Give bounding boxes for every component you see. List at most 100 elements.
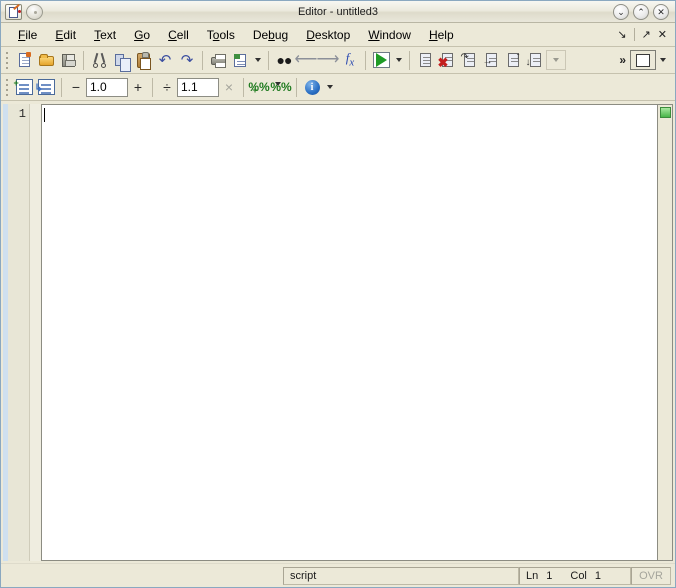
breakpoint-icon — [417, 52, 434, 69]
undo-button[interactable]: ↶ — [154, 49, 176, 71]
evaluate-cell-advance-icon: %% — [270, 78, 292, 103]
continue-button[interactable]: ↓ — [524, 49, 546, 71]
clear-breakpoints-button[interactable]: ✖ — [436, 49, 458, 71]
print-preview-icon — [232, 52, 249, 69]
menu-mnemonic: W — [368, 27, 380, 42]
print-preview-button[interactable] — [229, 49, 251, 71]
multiply-operator[interactable]: × — [219, 79, 239, 95]
step-in-button[interactable]: → — [480, 49, 502, 71]
new-file-button[interactable] — [13, 49, 35, 71]
cut-button[interactable] — [88, 49, 110, 71]
toolbar-overflow-button[interactable]: » — [619, 53, 626, 67]
menu-post: ell — [176, 27, 189, 42]
back-button[interactable]: ⟵ — [294, 49, 318, 71]
close-button[interactable]: ✕ — [653, 3, 669, 20]
close-panel-icon[interactable]: ✕ — [658, 28, 667, 41]
run-dropdown[interactable] — [392, 49, 405, 71]
toolbar-separator — [61, 77, 62, 97]
code-editor[interactable] — [42, 104, 673, 561]
menu-mnemonic: D — [306, 27, 315, 42]
find-button[interactable]: ●● — [273, 49, 295, 71]
menu-item-tools[interactable]: Tools — [198, 26, 244, 44]
dock-arrow-icon[interactable]: ↘ — [617, 28, 626, 41]
line-number-gutter: 1 — [8, 104, 30, 561]
menu-post: indow — [379, 27, 411, 42]
window-controls: ⌄ ⌃ ✕ — [613, 3, 675, 20]
window-title: Editor - untitled3 — [297, 6, 379, 18]
evaluate-cell-advance-button[interactable]: %% — [270, 76, 292, 103]
toolbar-grip[interactable] — [3, 50, 10, 70]
menu-separator — [633, 28, 635, 41]
toolbar-separator — [409, 50, 410, 70]
cell-info-dropdown[interactable] — [323, 76, 336, 98]
chevron-down-icon — [326, 85, 333, 89]
menu-item-debug[interactable]: Debug — [244, 26, 297, 44]
toolbar-separator — [268, 50, 269, 70]
minimize-button[interactable]: ⌄ — [613, 3, 629, 20]
menu-post: dit — [63, 27, 77, 42]
menu-post: esktop — [314, 27, 351, 42]
menu-item-desktop[interactable]: Desktop — [297, 26, 359, 44]
status-overwrite-mode[interactable]: OVR — [631, 566, 671, 585]
menu-post: elp — [437, 27, 454, 42]
undock-arrow-icon[interactable]: ↗ — [642, 28, 651, 41]
menu-post: ile — [25, 27, 38, 42]
decrement-operator[interactable]: − — [66, 79, 86, 95]
redo-button[interactable]: ↷ — [176, 49, 198, 71]
undo-arrow-icon: ↶ — [158, 51, 172, 69]
chevron-down-icon — [254, 58, 261, 62]
insert-cell-divider-button[interactable]: ↳ — [35, 76, 57, 98]
maximize-button[interactable]: ⌃ — [633, 3, 649, 20]
copy-icon — [113, 52, 131, 72]
divide-value-input[interactable]: 1.1 — [177, 77, 219, 97]
line-value: 1 — [546, 569, 553, 582]
status-file-type: script — [283, 566, 519, 585]
breakpoint-column[interactable] — [30, 104, 42, 561]
divide-operator[interactable]: ÷ — [157, 79, 177, 95]
menu-item-edit[interactable]: Edit — [46, 26, 85, 44]
set-breakpoint-button[interactable] — [414, 49, 436, 71]
menu-mnemonic: C — [168, 27, 177, 42]
insert-cell-divider-icon: ↳ — [35, 79, 55, 95]
menu-item-go[interactable]: Go — [125, 26, 159, 44]
paste-button[interactable] — [132, 49, 154, 71]
step-button[interactable]: ↷ — [458, 49, 480, 71]
redo-arrow-icon: ↷ — [180, 51, 194, 69]
arrow-left-icon: ⟵ — [294, 51, 318, 68]
menu-pre: De — [252, 27, 269, 42]
menu-item-window[interactable]: Window — [359, 26, 420, 44]
insert-cell-icon: + — [13, 78, 33, 95]
function-browser-button[interactable]: fx — [339, 49, 361, 71]
col-label: Col — [570, 569, 587, 582]
layout-square-icon — [636, 53, 650, 67]
evaluate-cell-button[interactable]: %% + — [248, 76, 270, 98]
menu-item-cell[interactable]: Cell — [159, 26, 198, 44]
menu-item-file[interactable]: File — [9, 26, 46, 44]
step-out-button[interactable]: ↑ — [502, 49, 524, 71]
save-floppy-icon — [60, 52, 77, 69]
forward-button[interactable]: ⟶ — [316, 49, 340, 71]
save-file-button[interactable] — [57, 49, 79, 71]
run-button[interactable] — [370, 49, 392, 71]
layout-button[interactable] — [630, 50, 656, 70]
print-button[interactable] — [207, 49, 229, 71]
layout-dropdown[interactable] — [656, 49, 669, 71]
toolbar-separator — [296, 77, 297, 97]
increment-operator[interactable]: + — [128, 79, 148, 95]
open-file-button[interactable] — [35, 49, 57, 71]
code-analyzer-bar[interactable] — [657, 105, 672, 560]
copy-button[interactable] — [110, 49, 132, 72]
menu-bar: File Edit Text Go Cell Tools Debug Deskt… — [1, 23, 675, 47]
decrement-value-input[interactable]: 1.0 — [86, 77, 128, 97]
cell-info-button[interactable]: i — [301, 76, 323, 98]
evaluate-cell-icon: %% + — [248, 78, 269, 96]
menu-item-text[interactable]: Text — [85, 26, 125, 44]
stack-dropdown[interactable] — [546, 50, 566, 70]
arrow-right-icon: ⟶ — [316, 51, 340, 68]
insert-cell-button[interactable]: + — [13, 76, 35, 98]
plus-badge-icon: + — [13, 78, 19, 88]
print-preview-dropdown[interactable] — [251, 49, 264, 71]
code-analyzer-status-indicator[interactable] — [660, 107, 671, 118]
menu-item-help[interactable]: Help — [420, 26, 463, 44]
cell-toolbar-grip[interactable] — [3, 77, 10, 97]
